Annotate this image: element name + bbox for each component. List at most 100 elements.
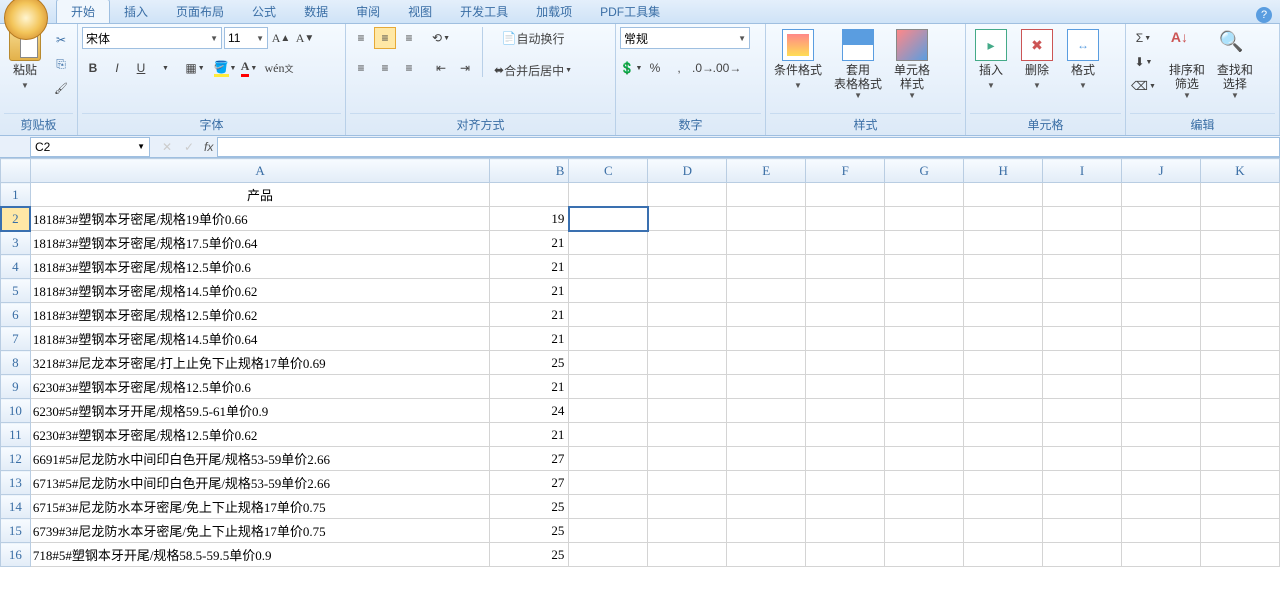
cell[interactable]	[727, 303, 806, 327]
cell[interactable]	[806, 327, 885, 351]
cell[interactable]	[806, 351, 885, 375]
increase-indent-button[interactable]: ⇥	[454, 57, 476, 79]
tab-formulas[interactable]: 公式	[238, 0, 290, 23]
cell[interactable]	[1200, 519, 1279, 543]
cell[interactable]	[727, 327, 806, 351]
insert-cells-button[interactable]: 插入▼	[970, 27, 1012, 95]
cell[interactable]: 718#5#塑钢本牙开尾/规格58.5-59.5单价0.9	[30, 543, 490, 567]
cell[interactable]	[727, 495, 806, 519]
cell[interactable]	[1122, 207, 1201, 231]
conditional-format-button[interactable]: 条件格式▼	[770, 27, 826, 95]
cell[interactable]	[1122, 495, 1201, 519]
cell[interactable]	[1122, 543, 1201, 567]
cell[interactable]: 27	[490, 447, 569, 471]
cell[interactable]: 21	[490, 423, 569, 447]
cell[interactable]	[806, 183, 885, 207]
cell[interactable]	[648, 495, 727, 519]
column-header-J[interactable]: J	[1122, 159, 1201, 183]
cell[interactable]	[727, 279, 806, 303]
cell[interactable]	[727, 183, 806, 207]
autosum-button[interactable]: Σ▼	[1130, 27, 1157, 49]
cell[interactable]	[964, 351, 1043, 375]
cell[interactable]: 1818#3#塑钢本牙密尾/规格12.5单价0.6	[30, 255, 490, 279]
tab-pdf[interactable]: PDF工具集	[586, 0, 674, 23]
cell[interactable]	[964, 375, 1043, 399]
cell[interactable]	[964, 207, 1043, 231]
cancel-formula-icon[interactable]: ✕	[156, 140, 178, 154]
tab-developer[interactable]: 开发工具	[446, 0, 522, 23]
cell[interactable]	[964, 495, 1043, 519]
cell[interactable]	[1043, 351, 1122, 375]
wrap-text-button[interactable]: 📄 自动换行	[489, 27, 577, 49]
cell[interactable]	[885, 399, 964, 423]
cell[interactable]	[1200, 327, 1279, 351]
cell[interactable]	[806, 399, 885, 423]
cell[interactable]	[1200, 447, 1279, 471]
cell[interactable]	[885, 255, 964, 279]
cell[interactable]	[569, 255, 648, 279]
fill-color-button[interactable]: 🪣▼	[214, 57, 236, 79]
cell[interactable]: 25	[490, 351, 569, 375]
column-header-G[interactable]: G	[885, 159, 964, 183]
cell[interactable]	[885, 519, 964, 543]
format-painter-button[interactable]	[50, 77, 72, 99]
cell[interactable]: 21	[490, 279, 569, 303]
cell[interactable]: 6230#5#塑钢本牙开尾/规格59.5-61单价0.9	[30, 399, 490, 423]
cell[interactable]	[964, 519, 1043, 543]
name-box[interactable]: C2▼	[30, 137, 150, 157]
cell[interactable]: 1818#3#塑钢本牙密尾/规格19单价0.66	[30, 207, 490, 231]
tab-insert[interactable]: 插入	[110, 0, 162, 23]
cell[interactable]	[1122, 423, 1201, 447]
cell[interactable]	[1043, 231, 1122, 255]
cell[interactable]: 21	[490, 231, 569, 255]
align-right-button[interactable]: ≡	[398, 57, 420, 79]
cell[interactable]	[1043, 543, 1122, 567]
cell[interactable]	[885, 375, 964, 399]
cell[interactable]	[727, 543, 806, 567]
comma-button[interactable]: ,	[668, 57, 690, 79]
cell[interactable]	[1200, 375, 1279, 399]
cell[interactable]	[569, 399, 648, 423]
enter-formula-icon[interactable]: ✓	[178, 140, 200, 154]
cell[interactable]	[648, 183, 727, 207]
cell[interactable]	[885, 543, 964, 567]
cell[interactable]: 1818#3#塑钢本牙密尾/规格14.5单价0.64	[30, 327, 490, 351]
cell[interactable]: 6230#3#塑钢本牙密尾/规格12.5单价0.62	[30, 423, 490, 447]
orientation-button[interactable]: ⟲▼	[430, 27, 452, 49]
cell[interactable]: 21	[490, 255, 569, 279]
cell[interactable]: 6715#3#尼龙防水本牙密尾/免上下止规格17单价0.75	[30, 495, 490, 519]
cell[interactable]: 6230#3#塑钢本牙密尾/规格12.5单价0.6	[30, 375, 490, 399]
cell[interactable]	[727, 375, 806, 399]
cell[interactable]	[1200, 471, 1279, 495]
cell[interactable]: 19	[490, 207, 569, 231]
fx-icon[interactable]: fx	[200, 140, 217, 154]
cell[interactable]	[806, 255, 885, 279]
decrease-decimal-button[interactable]: .00→	[716, 57, 738, 79]
row-header[interactable]: 9	[1, 375, 31, 399]
cell[interactable]	[964, 447, 1043, 471]
cell[interactable]	[806, 375, 885, 399]
cell[interactable]	[1043, 447, 1122, 471]
cell[interactable]	[648, 447, 727, 471]
cell[interactable]	[569, 279, 648, 303]
cell[interactable]	[1122, 447, 1201, 471]
cell[interactable]	[1200, 183, 1279, 207]
cell[interactable]	[1122, 279, 1201, 303]
cell[interactable]	[648, 231, 727, 255]
italic-button[interactable]: I	[106, 57, 128, 79]
cell[interactable]: 1818#3#塑钢本牙密尾/规格12.5单价0.62	[30, 303, 490, 327]
format-cells-button[interactable]: 格式▼	[1062, 27, 1104, 95]
cell[interactable]: 6713#5#尼龙防水中间印白色开尾/规格53-59单价2.66	[30, 471, 490, 495]
cell[interactable]	[885, 351, 964, 375]
cell[interactable]	[964, 183, 1043, 207]
row-header[interactable]: 5	[1, 279, 31, 303]
cell[interactable]	[1043, 279, 1122, 303]
cell[interactable]	[806, 279, 885, 303]
cell[interactable]: 1818#3#塑钢本牙密尾/规格17.5单价0.64	[30, 231, 490, 255]
cell[interactable]	[727, 351, 806, 375]
clear-button[interactable]: ⌫▼	[1130, 75, 1157, 97]
cell[interactable]	[885, 471, 964, 495]
row-header[interactable]: 11	[1, 423, 31, 447]
cell[interactable]	[885, 447, 964, 471]
column-header-H[interactable]: H	[964, 159, 1043, 183]
